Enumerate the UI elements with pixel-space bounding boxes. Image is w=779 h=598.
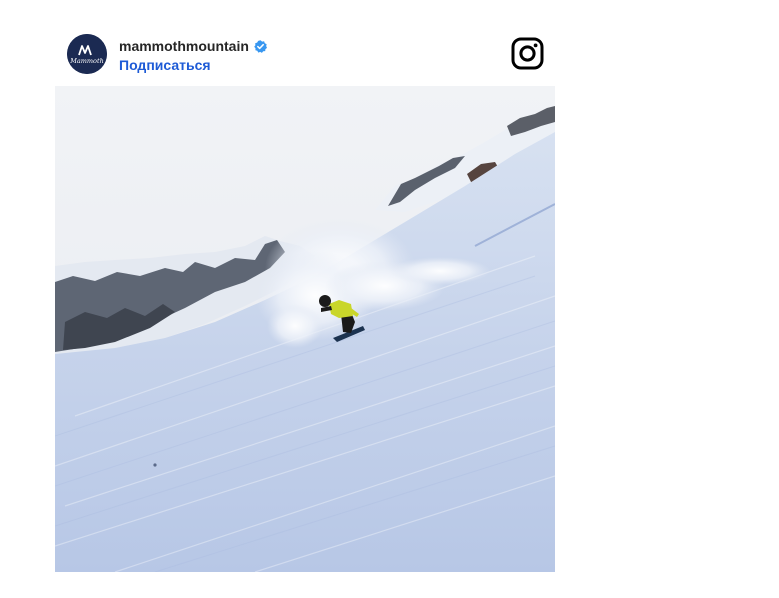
- post-header: Mammoth mammothmountain Подписаться: [55, 24, 555, 86]
- username-row: mammothmountain: [119, 37, 267, 55]
- follow-button[interactable]: Подписаться: [119, 57, 211, 73]
- instagram-embed: Mammoth mammothmountain Подписаться: [55, 24, 555, 572]
- avatar[interactable]: Mammoth: [67, 34, 107, 74]
- instagram-logo-icon[interactable]: [511, 37, 544, 70]
- post-meta: mammothmountain Подписаться: [119, 37, 267, 75]
- avatar-logo-text: Mammoth: [69, 57, 104, 65]
- post-photo[interactable]: [55, 86, 555, 572]
- username-link[interactable]: mammothmountain: [119, 38, 249, 54]
- verified-badge-icon: [254, 39, 267, 53]
